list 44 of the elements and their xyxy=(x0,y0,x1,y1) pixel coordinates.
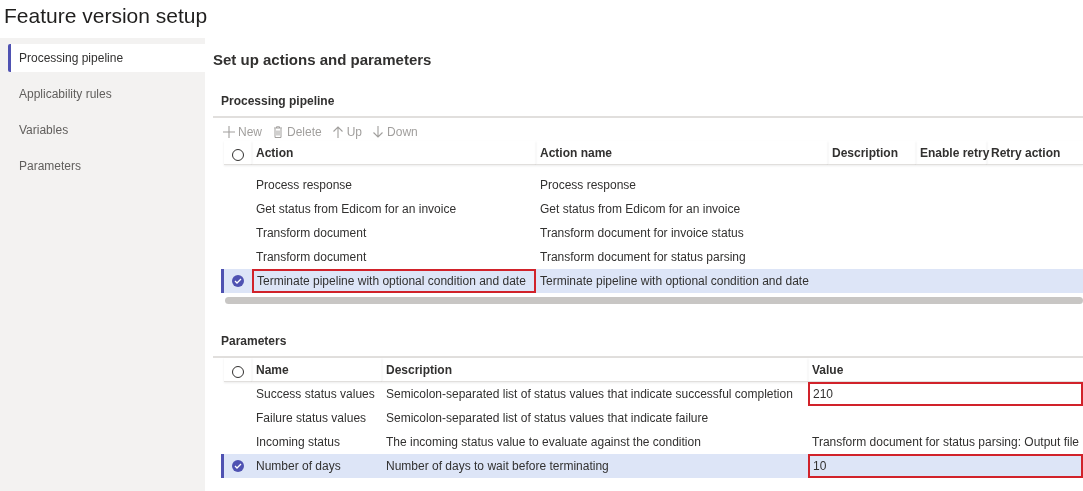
selected-row[interactable]: Number of days Number of days to wait before terminating 10 xyxy=(221,454,1083,478)
section-title: Processing pipeline xyxy=(213,94,1083,118)
column-header[interactable]: Action xyxy=(252,141,536,165)
column-header[interactable]: Description xyxy=(382,358,808,382)
plus-icon xyxy=(223,126,235,138)
table-cell-text: Process response xyxy=(255,177,354,194)
table-cell-text: Get status from Edicom for an invoice xyxy=(255,201,458,218)
horizontal-scrollbar[interactable] xyxy=(225,297,1083,304)
table-cell-text: Transform document for invoice status xyxy=(539,225,745,242)
section-title: Parameters xyxy=(213,334,1083,358)
column-header[interactable]: Action name xyxy=(536,141,828,165)
table-cell-text: Number of days xyxy=(255,458,342,475)
table-cell: Terminate pipeline with optional condition and date xyxy=(252,269,536,293)
table-cell-text: Get status from Edicom for an invoice xyxy=(539,201,742,218)
table-cell-text: Success status values xyxy=(255,386,376,403)
table-cell: 210 xyxy=(808,382,1083,406)
page-title: Feature version setup xyxy=(3,3,209,29)
table-cell-text: Failure status values xyxy=(255,410,368,427)
table-cell-text: Semicolon-separated list of status values that indicate failure xyxy=(385,410,710,427)
sidebar-item[interactable]: Parameters xyxy=(8,152,205,180)
table-cell-text: Transform document xyxy=(255,225,368,242)
column-header[interactable]: Value xyxy=(808,358,1083,382)
down-arrow-icon xyxy=(372,126,385,138)
column-header[interactable]: Name xyxy=(252,358,382,382)
check-circle-icon xyxy=(232,460,244,472)
sidebar-item[interactable]: Processing pipeline xyxy=(8,44,205,72)
table-cell-text: Process response xyxy=(539,177,638,194)
table-cell-text: Terminate pipeline with optional condition and date xyxy=(539,273,810,290)
table-cell-text: The incoming status value to evaluate against the condition xyxy=(385,434,702,451)
table-cell-text: Transform document for status parsing: Output file xyxy=(811,434,1080,451)
sidebar-item[interactable]: Applicability rules xyxy=(8,80,205,108)
check-circle-icon xyxy=(232,275,244,287)
up-arrow-icon xyxy=(331,126,344,138)
table-cell-text: Transform document xyxy=(255,249,368,266)
panel-heading: Set up actions and parameters xyxy=(213,51,433,68)
sidebar-item[interactable]: Variables xyxy=(8,116,205,144)
table-cell: 10 xyxy=(808,454,1083,478)
table-cell-text: Incoming status xyxy=(255,434,342,451)
selected-row[interactable]: Terminate pipeline with optional condition and date Terminate pipeline with optional condition and date xyxy=(221,269,1083,293)
table-cell-text: Number of days to wait before terminating xyxy=(385,458,610,475)
trash-icon xyxy=(272,126,284,138)
table-cell-text: Semicolon-separated list of status values that indicate successful completion xyxy=(385,386,794,403)
table-cell-text: Transform document for status parsing xyxy=(539,249,747,266)
column-header[interactable]: Description xyxy=(828,141,916,165)
